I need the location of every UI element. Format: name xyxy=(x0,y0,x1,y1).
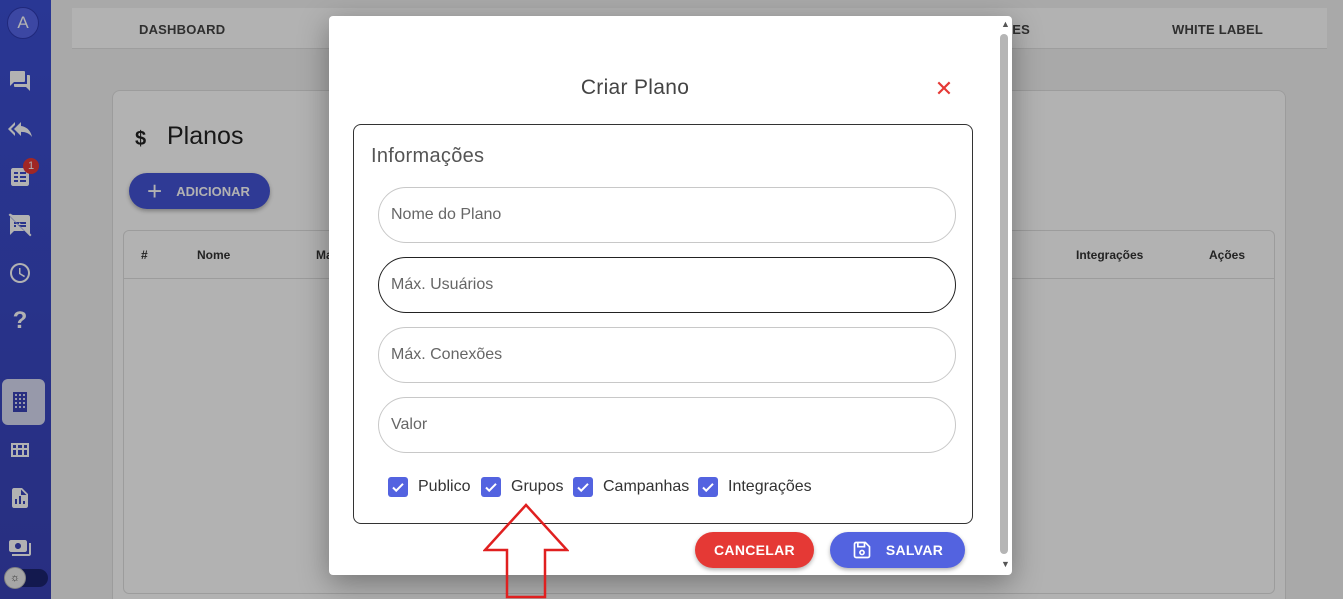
cancel-button[interactable]: CANCELAR xyxy=(695,532,814,568)
save-button[interactable]: SALVAR xyxy=(830,532,965,568)
close-icon[interactable]: ✕ xyxy=(933,78,955,100)
checkbox-checked-icon[interactable] xyxy=(481,477,501,497)
checkbox-campanhas[interactable]: Campanhas xyxy=(573,477,689,497)
plan-name-input[interactable] xyxy=(378,187,956,243)
section-title: Informações xyxy=(371,145,485,167)
checkbox-label: Grupos xyxy=(511,478,564,495)
checkbox-label: Integrações xyxy=(728,478,812,495)
checkbox-grupos[interactable]: Grupos xyxy=(481,477,563,497)
checkbox-publico[interactable]: Publico xyxy=(388,477,470,497)
checkbox-checked-icon[interactable] xyxy=(388,477,408,497)
create-plan-dialog: Criar Plano ✕ ▲ ▼ Informações Publico Gr… xyxy=(329,16,1012,575)
dialog-scrollbar[interactable]: ▲ ▼ xyxy=(998,16,1012,575)
checkbox-label: Publico xyxy=(418,478,471,495)
save-button-label: SALVAR xyxy=(885,542,944,558)
scroll-down-icon[interactable]: ▼ xyxy=(1001,559,1010,569)
scrollbar-thumb[interactable] xyxy=(1000,34,1008,554)
max-users-input[interactable] xyxy=(378,257,956,313)
info-section: Informações Publico Grupos Campanhas Int… xyxy=(353,124,973,524)
scroll-up-icon[interactable]: ▲ xyxy=(1001,19,1010,29)
price-input[interactable] xyxy=(378,397,956,453)
dialog-title: Criar Plano xyxy=(580,76,690,99)
arrow-annotation-icon xyxy=(483,503,569,599)
checkbox-integracoes[interactable]: Integrações xyxy=(698,477,812,497)
checkbox-label: Campanhas xyxy=(603,478,690,495)
max-connections-input[interactable] xyxy=(378,327,956,383)
save-icon xyxy=(853,541,871,559)
checkbox-checked-icon[interactable] xyxy=(698,477,718,497)
checkbox-checked-icon[interactable] xyxy=(573,477,593,497)
